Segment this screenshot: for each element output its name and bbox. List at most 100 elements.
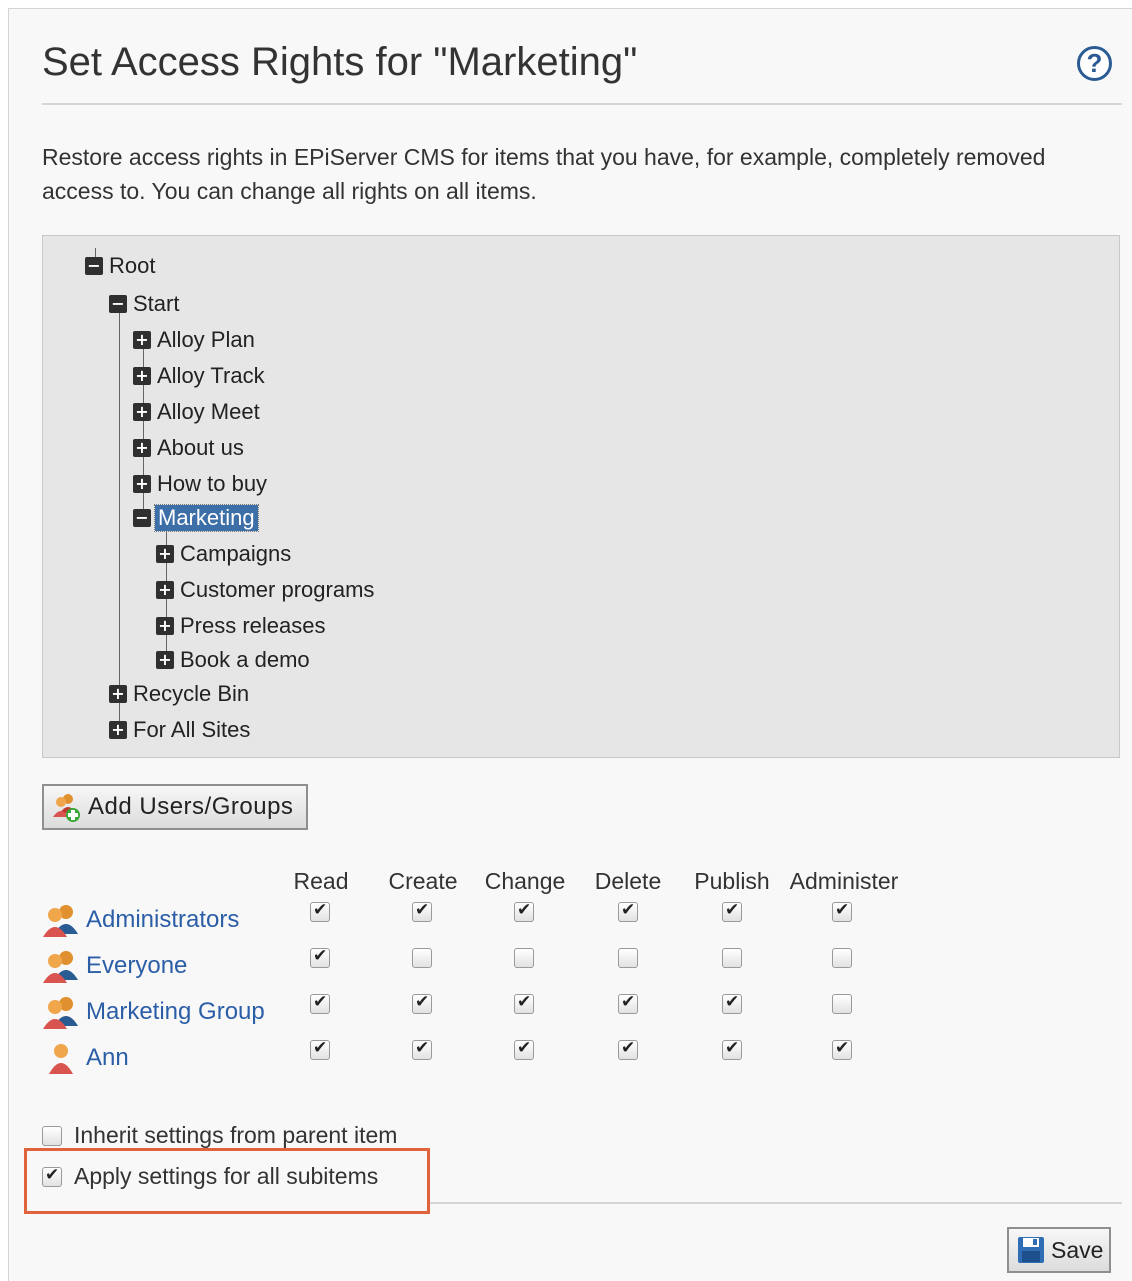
permission-checkbox-publish[interactable] <box>722 948 742 968</box>
floppy-disk-icon <box>1018 1237 1044 1263</box>
column-header-administer: Administer <box>789 868 899 894</box>
tree-connector <box>119 296 120 731</box>
tree-node-label[interactable]: Alloy Meet <box>157 399 260 425</box>
expand-icon[interactable]: + <box>133 403 151 421</box>
tree-node-campaigns[interactable]: + Campaigns <box>156 539 291 569</box>
principal-name-link[interactable]: Ann <box>86 1044 129 1072</box>
permission-checkbox-read[interactable] <box>310 1038 330 1060</box>
description: Restore access rights in EPiServer CMS f… <box>42 144 1046 204</box>
permission-row: Everyone <box>42 946 187 986</box>
tree-node-label[interactable]: Book a demo <box>180 647 310 673</box>
permission-checkbox-delete[interactable] <box>618 948 638 968</box>
expand-icon[interactable]: + <box>156 545 174 563</box>
tree-node-press-releases[interactable]: + Press releases <box>156 611 326 641</box>
highlight-box <box>24 1148 430 1214</box>
column-header-delete: Delete <box>594 868 662 894</box>
tree-node-start[interactable]: − Start <box>109 289 179 319</box>
tree-node-label[interactable]: How to buy <box>157 471 267 497</box>
page-title: Set Access Rights for "Marketing" <box>42 40 638 84</box>
tree-node-label[interactable]: Root <box>109 253 155 279</box>
group-icon <box>42 902 80 938</box>
permission-checkbox-publish[interactable] <box>722 992 742 1014</box>
permission-checkbox-delete[interactable] <box>618 1038 638 1060</box>
permission-row: Ann <box>42 1038 129 1078</box>
column-header-create: Create <box>388 868 458 894</box>
tree-node-label[interactable]: For All Sites <box>133 717 250 743</box>
tree-node-label[interactable]: Start <box>133 291 179 317</box>
add-users-groups-label: Add Users/Groups <box>88 793 294 820</box>
inherit-settings-checkbox[interactable] <box>42 1125 62 1146</box>
tree-node-for-all-sites[interactable]: + For All Sites <box>109 715 250 745</box>
tree-node-label[interactable]: Press releases <box>180 613 326 639</box>
tree-node-label[interactable]: About us <box>157 435 244 461</box>
tree-node-label[interactable]: Customer programs <box>180 577 374 603</box>
inherit-settings-label: Inherit settings from parent item <box>74 1122 398 1148</box>
tree-node-label[interactable]: Alloy Plan <box>157 327 255 353</box>
expand-icon[interactable]: + <box>156 617 174 635</box>
expand-icon[interactable]: + <box>109 685 127 703</box>
collapse-icon[interactable]: − <box>133 509 151 527</box>
expand-icon[interactable]: + <box>109 721 127 739</box>
tree-node-recycle-bin[interactable]: + Recycle Bin <box>109 679 249 709</box>
permission-checkbox-change[interactable] <box>514 948 534 968</box>
tree-node-about-us[interactable]: + About us <box>133 433 244 463</box>
permission-checkbox-read[interactable] <box>310 992 330 1014</box>
permission-checkbox-read[interactable] <box>310 946 330 968</box>
group-icon <box>42 994 80 1030</box>
user-icon <box>42 1040 80 1076</box>
permission-checkbox-delete[interactable] <box>618 900 638 922</box>
tree-node-label[interactable]: Campaigns <box>180 541 291 567</box>
tree-node-marketing[interactable]: − Marketing <box>133 503 259 533</box>
inherit-settings-option[interactable]: Inherit settings from parent item <box>42 1122 397 1149</box>
expand-icon[interactable]: + <box>133 331 151 349</box>
save-button[interactable]: Save <box>1007 1227 1111 1273</box>
column-header-change: Change <box>484 868 566 894</box>
tree-node-customer-programs[interactable]: + Customer programs <box>156 575 374 605</box>
title-divider <box>42 103 1122 105</box>
principal-name-link[interactable]: Marketing Group <box>86 998 265 1026</box>
tree-node-label-selected[interactable]: Marketing <box>154 504 259 532</box>
expand-icon[interactable]: + <box>156 581 174 599</box>
add-group-icon <box>53 794 80 822</box>
page-tree: − Root − Start + Alloy Plan + Alloy Trac… <box>42 235 1120 758</box>
permission-checkbox-change[interactable] <box>514 992 534 1014</box>
collapse-icon[interactable]: − <box>85 257 103 275</box>
principal-name-link[interactable]: Administrators <box>86 906 239 934</box>
expand-icon[interactable]: + <box>156 651 174 669</box>
permission-checkbox-create[interactable] <box>412 948 432 968</box>
permission-checkbox-change[interactable] <box>514 900 534 922</box>
permission-checkbox-publish[interactable] <box>722 1038 742 1060</box>
permission-checkbox-administer[interactable] <box>832 1038 852 1060</box>
permission-row: Marketing Group <box>42 992 265 1032</box>
column-header-publish: Publish <box>694 868 770 894</box>
permission-checkbox-read[interactable] <box>310 900 330 922</box>
tree-node-how-to-buy[interactable]: + How to buy <box>133 469 267 499</box>
help-icon[interactable]: ? <box>1077 46 1112 81</box>
permission-checkbox-administer[interactable] <box>832 948 852 968</box>
expand-icon[interactable]: + <box>133 367 151 385</box>
tree-node-alloy-track[interactable]: + Alloy Track <box>133 361 265 391</box>
permission-checkbox-administer[interactable] <box>832 994 852 1014</box>
tree-node-label[interactable]: Alloy Track <box>157 363 265 389</box>
save-label: Save <box>1051 1236 1104 1263</box>
group-icon <box>42 948 80 984</box>
collapse-icon[interactable]: − <box>109 295 127 313</box>
expand-icon[interactable]: + <box>133 475 151 493</box>
column-header-read: Read <box>293 868 349 894</box>
principal-name-link[interactable]: Everyone <box>86 952 187 980</box>
expand-icon[interactable]: + <box>133 439 151 457</box>
permission-checkbox-create[interactable] <box>412 900 432 922</box>
tree-node-alloy-meet[interactable]: + Alloy Meet <box>133 397 260 427</box>
bottom-divider <box>430 1202 1122 1204</box>
permission-checkbox-publish[interactable] <box>722 900 742 922</box>
permission-checkbox-create[interactable] <box>412 1038 432 1060</box>
tree-node-book-a-demo[interactable]: + Book a demo <box>156 645 310 675</box>
permission-checkbox-delete[interactable] <box>618 992 638 1014</box>
add-users-groups-button[interactable]: Add Users/Groups <box>42 784 308 830</box>
permission-checkbox-administer[interactable] <box>832 900 852 922</box>
tree-node-label[interactable]: Recycle Bin <box>133 681 249 707</box>
tree-node-root[interactable]: − Root <box>85 251 155 281</box>
permission-checkbox-change[interactable] <box>514 1038 534 1060</box>
permission-checkbox-create[interactable] <box>412 992 432 1014</box>
tree-node-alloy-plan[interactable]: + Alloy Plan <box>133 325 255 355</box>
